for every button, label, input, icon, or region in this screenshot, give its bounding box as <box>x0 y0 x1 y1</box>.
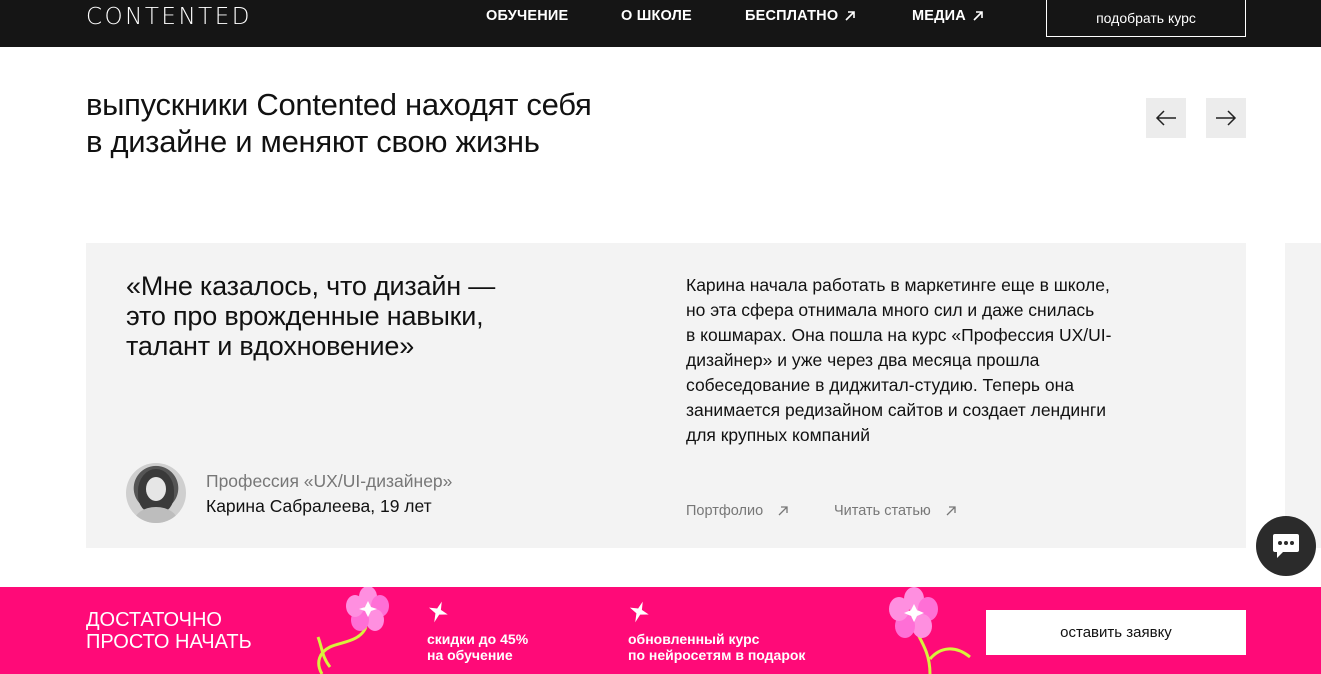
nav-item-about[interactable]: О ШКОЛЕ <box>621 8 692 24</box>
testimonial-quote: «Мне казалось, что дизайн — это про врож… <box>126 271 495 361</box>
quote-line: «Мне казалось, что дизайн — <box>126 271 496 301</box>
promo-item-line: скидки до 45% <box>427 631 529 647</box>
carousel-next-button[interactable] <box>1206 98 1246 138</box>
graduate-name: Карина Сабралеева, 19 лет <box>206 496 432 516</box>
portfolio-link[interactable]: Портфолио <box>686 503 789 519</box>
nav-item-free[interactable]: БЕСПЛАТНО <box>745 8 856 24</box>
sparkle-icon <box>629 601 649 623</box>
story-line: занимается редизайном сайтов и создает л… <box>686 400 1107 420</box>
quote-line: это про врожденные навыки, <box>126 301 484 331</box>
promo-item-line: по нейросетям в подарок <box>628 647 806 663</box>
nav-item-education[interactable]: ОБУЧЕНИЕ <box>486 8 568 24</box>
story-line: дизайнер» и уже через два месяца прошла <box>686 350 1040 370</box>
sparkle-icon <box>428 601 448 623</box>
arrow-right-icon <box>1216 110 1237 126</box>
section-heading: выпускники Contented находят себя в диза… <box>86 86 592 160</box>
arrow-up-right-icon <box>973 11 983 21</box>
heading-line: в дизайне и меняют свою жизнь <box>86 124 540 159</box>
promo-title: ДОСТАТОЧНО ПРОСТО НАЧАТЬ <box>86 609 252 653</box>
avatar <box>126 463 186 523</box>
quote-line: талант и вдохновение» <box>126 331 415 361</box>
story-line: собеседование в диджитал-студию. Теперь … <box>686 375 1075 395</box>
chat-icon <box>1273 534 1299 558</box>
promo-discount: скидки до 45% на обучение <box>427 631 528 663</box>
arrow-up-right-icon <box>778 506 788 516</box>
flower-icon <box>316 587 389 674</box>
promo-banner: ДОСТАТОЧНО ПРОСТО НАЧАТЬ скидки до 45% н… <box>0 587 1321 674</box>
graduate-profession: Профессия «UX/UI-дизайнер» <box>206 471 453 491</box>
nav-item-label: БЕСПЛАТНО <box>745 8 839 24</box>
pick-course-button[interactable]: подобрать курс <box>1046 0 1246 37</box>
testimonial-card: «Мне казалось, что дизайн — это про врож… <box>86 243 1246 548</box>
promo-gift: обновленный курс по нейросетям в подарок <box>628 631 805 663</box>
leave-request-button[interactable]: оставить заявку <box>986 610 1246 655</box>
story-line: Карина начала работать в маркетинге еще … <box>686 275 1110 295</box>
link-label: Читать статью <box>834 503 931 519</box>
story-line: но эта сфера отнимала много сил и даже с… <box>686 300 1095 320</box>
promo-item-line: обновленный курс <box>628 631 760 647</box>
nav-item-label: О ШКОЛЕ <box>621 8 692 24</box>
promo-title-line: ДОСТАТОЧНО <box>86 609 222 631</box>
promo-title-line: ПРОСТО НАЧАТЬ <box>86 631 252 653</box>
top-navigation: CONTENTED ОБУЧЕНИЕ О ШКОЛЕ БЕСПЛАТНО МЕД… <box>0 0 1321 47</box>
nav-item-label: ОБУЧЕНИЕ <box>486 8 569 24</box>
read-article-link[interactable]: Читать статью <box>834 503 957 519</box>
chat-button[interactable] <box>1256 516 1316 576</box>
nav-item-label: МЕДИА <box>912 8 966 24</box>
nav-item-media[interactable]: МЕДИА <box>912 8 984 24</box>
flower-icon <box>889 587 971 674</box>
arrow-up-right-icon <box>845 11 856 21</box>
next-testimonial-card[interactable] <box>1285 243 1321 548</box>
arrow-left-icon <box>1155 110 1176 126</box>
promo-item-line: на обучение <box>427 647 513 663</box>
link-label: Портфолио <box>686 503 764 519</box>
arrow-up-right-icon <box>946 506 956 516</box>
heading-line: выпускники Contented находят себя <box>86 87 592 122</box>
carousel-prev-button[interactable] <box>1146 98 1186 138</box>
story-line: в кошмарах. Она пошла на курс «Профессия… <box>686 325 1112 345</box>
logo[interactable]: CONTENTED <box>86 4 252 30</box>
story-line: для крупных компаний <box>686 425 871 445</box>
testimonial-story: Карина начала работать в маркетинге еще … <box>686 273 1176 448</box>
